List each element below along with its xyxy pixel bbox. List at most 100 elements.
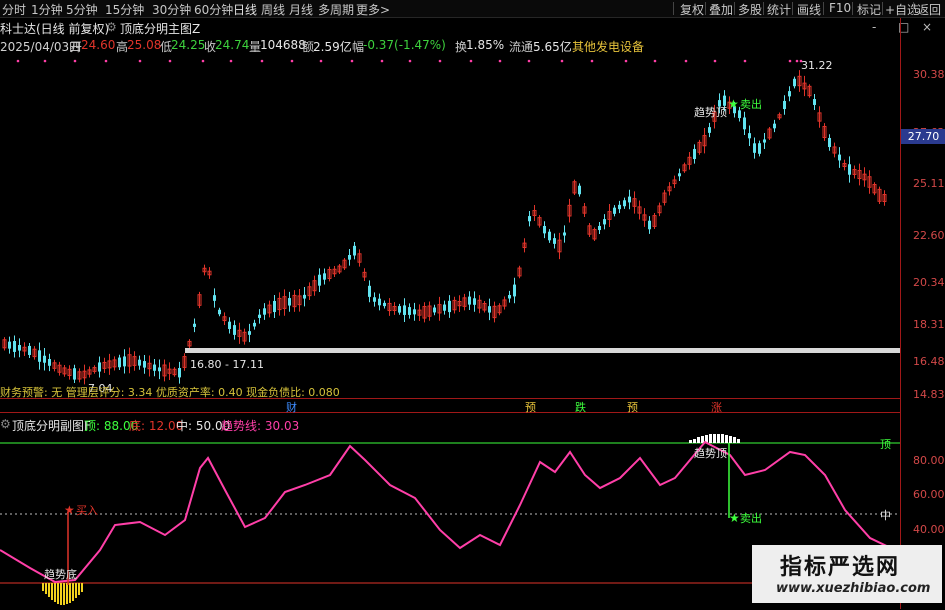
candle-body	[648, 220, 651, 230]
candle-body	[793, 78, 796, 87]
panel-divider	[0, 398, 900, 399]
candle-body	[813, 99, 816, 105]
candle-body	[578, 185, 581, 195]
signal-dot	[168, 59, 172, 63]
candle-body	[383, 302, 386, 307]
signal-dot	[498, 59, 502, 63]
candle-body	[548, 231, 551, 241]
sub-settings-icon[interactable]: ⚙	[0, 417, 11, 431]
candle-series	[2, 70, 887, 385]
candle-body	[613, 207, 616, 214]
peak-price-label: 31.22	[801, 59, 833, 72]
bottom-bar	[45, 583, 47, 594]
candle-body	[488, 306, 491, 313]
candle-body	[373, 297, 376, 302]
candle-body	[473, 298, 476, 305]
candle-body	[353, 245, 356, 256]
toolbar-divider	[882, 2, 883, 15]
event-marker-rise[interactable]: 涨	[711, 399, 722, 415]
event-marker-forecast[interactable]: 预	[627, 399, 638, 415]
candle-body	[513, 284, 516, 297]
restore-rights-button[interactable]: 复权	[680, 1, 704, 18]
y-tick: 14.83	[913, 388, 945, 401]
tab-60min[interactable]: 60分钟	[194, 1, 233, 18]
signal-dot	[469, 59, 473, 63]
top-bar	[717, 434, 720, 443]
signal-dot	[795, 59, 799, 63]
tab-monthly[interactable]: 月线	[289, 1, 313, 18]
candle-body	[13, 341, 16, 352]
trend-top-signal: 趋势顶	[694, 106, 727, 119]
signal-dot	[138, 59, 142, 63]
bottom-bar	[57, 583, 59, 604]
y-tick: 25.11	[913, 177, 945, 190]
candle-body	[228, 321, 231, 329]
candle-body	[303, 294, 306, 299]
candle-body	[153, 364, 156, 371]
candle-body	[273, 300, 276, 313]
candle-body	[828, 137, 831, 148]
tab-intraday[interactable]: 分时	[2, 1, 26, 18]
bottom-bar	[60, 583, 62, 605]
signal-dot	[788, 59, 792, 63]
candle-body	[773, 123, 776, 129]
y-tick: 30.38	[913, 68, 945, 81]
tab-weekly[interactable]: 周线	[261, 1, 285, 18]
panel-divider	[0, 412, 900, 413]
sub-y-tick: 60.00	[913, 488, 945, 501]
candle-body	[783, 100, 786, 110]
candle-body	[348, 255, 351, 260]
overlay-button[interactable]: 叠加	[709, 1, 733, 18]
candle-body	[763, 139, 766, 143]
signal-dot	[229, 59, 233, 63]
right-mid-label: 中	[880, 509, 891, 522]
sub-y-tick: 40.00	[913, 523, 945, 536]
candle-body	[48, 359, 51, 366]
statistics-button[interactable]: 统计	[767, 1, 791, 18]
top-bar	[729, 436, 732, 443]
y-tick: 18.31	[913, 318, 945, 331]
candle-body	[98, 362, 101, 372]
tab-multi-period[interactable]: 多周期	[318, 1, 354, 18]
candle-body	[323, 273, 326, 280]
toolbar-divider	[705, 2, 706, 15]
tab-more[interactable]: 更多>	[356, 1, 390, 18]
signal-dot	[104, 59, 108, 63]
signal-dot	[43, 59, 47, 63]
sub-trend-bottom-signal: 趋势底	[44, 567, 77, 581]
sub-trend-top-signal: 趋势顶	[694, 447, 727, 460]
tab-1min[interactable]: 1分钟	[31, 1, 63, 18]
candle-body	[758, 143, 761, 154]
signal-dot	[684, 59, 688, 63]
candle-body	[403, 305, 406, 315]
tab-15min[interactable]: 15分钟	[105, 1, 144, 18]
top-bar	[693, 439, 696, 443]
signal-dot	[260, 59, 264, 63]
draw-line-button[interactable]: 画线	[797, 1, 821, 18]
mark-button[interactable]: 标记	[857, 1, 881, 18]
multi-stock-button[interactable]: 多股	[738, 1, 762, 18]
watermark-url: www.xuezhibiao.com	[776, 581, 931, 596]
tab-daily[interactable]: 日线	[233, 1, 257, 18]
candle-body	[508, 295, 511, 299]
price-axis: 30.38 27.62 27.70 25.11 22.60 20.34 18.3…	[900, 18, 945, 609]
tab-30min[interactable]: 30分钟	[152, 1, 191, 18]
event-marker-finance[interactable]: 财	[286, 399, 297, 415]
candle-body	[678, 173, 681, 177]
candlestick-chart[interactable]: 16.80 - 17.11 31.22 趋势顶 ★ 卖出 7.04 财务预警: …	[0, 18, 900, 398]
bottom-signal-bars	[42, 583, 83, 605]
candle-body	[623, 200, 626, 207]
candle-body	[123, 356, 126, 367]
site-watermark: 指标严选网 www.xuezhibiao.com	[752, 545, 942, 603]
back-button[interactable]: 返回	[917, 1, 941, 18]
tab-5min[interactable]: 5分钟	[66, 1, 98, 18]
event-marker-forecast[interactable]: 预	[525, 399, 536, 415]
toolbar-divider	[913, 2, 914, 15]
top-bar	[701, 436, 704, 443]
f10-button[interactable]: F10	[829, 1, 851, 15]
candle-body	[258, 314, 261, 318]
sub-sell-star-icon: ★	[729, 511, 740, 525]
event-marker-drop[interactable]: 跌	[575, 399, 586, 415]
signal-dot	[319, 59, 323, 63]
candle-body	[378, 298, 381, 306]
